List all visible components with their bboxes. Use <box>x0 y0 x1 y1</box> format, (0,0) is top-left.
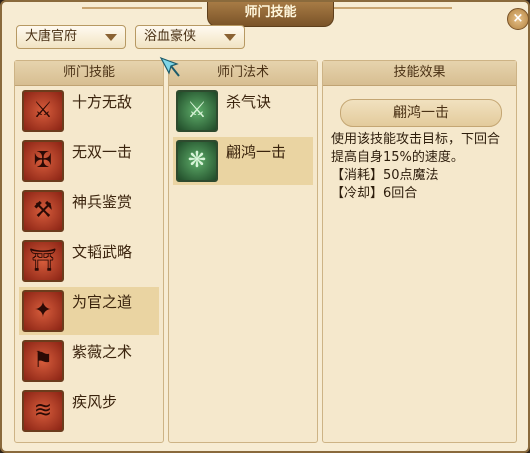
school-select-value: 浴血豪侠 <box>144 29 197 44</box>
window-title: 师门技能 <box>207 2 334 27</box>
selected-skill-name: 翩鸿一击 <box>340 99 502 127</box>
banner-icon: ⚑ <box>22 340 64 382</box>
skill-row[interactable]: ⚔ 杀气诀 <box>173 87 313 135</box>
skill-row[interactable]: ≋ 疾风步 <box>19 387 159 435</box>
skill-row[interactable]: ⚒ 神兵鉴赏 <box>19 187 159 235</box>
skill-description: 使用该技能攻击目标，下回合 提高自身15%的速度。 【消耗】50点魔法 【冷却】… <box>331 131 527 203</box>
skill-row[interactable]: ❋ 翩鸿一击 <box>173 137 313 185</box>
close-button[interactable]: × <box>507 8 529 30</box>
crossed-swords-icon: ⚔ <box>22 90 64 132</box>
skill-row-label: 疾风步 <box>72 393 118 411</box>
title-ornament-left <box>82 7 202 21</box>
skill-row[interactable]: ⚔ 十方无敌 <box>19 87 159 135</box>
description-line: 【消耗】50点魔法 <box>331 168 439 183</box>
description-line: 使用该技能攻击目标，下回合 <box>331 132 501 147</box>
skill-row-label: 十方无敌 <box>72 93 133 111</box>
weapon-appraisal-icon: ⚒ <box>22 190 64 232</box>
skill-row[interactable]: ⚑ 紫薇之术 <box>19 337 159 385</box>
skill-row-label: 文韬武略 <box>72 243 133 261</box>
skill-row-label: 无双一击 <box>72 143 133 161</box>
school-spells-header: 师门法术 <box>169 61 317 86</box>
wind-step-icon: ≋ <box>22 390 64 432</box>
skill-row-label: 神兵鉴赏 <box>72 193 133 211</box>
faction-select-value: 大唐官府 <box>25 29 78 44</box>
skill-row-label: 翩鸿一击 <box>226 143 287 161</box>
close-icon: × <box>512 11 524 26</box>
skill-effect-panel: 技能效果 翩鸿一击 使用该技能攻击目标，下回合 提高自身15%的速度。 【消耗】… <box>322 60 517 443</box>
chevron-down-icon <box>224 34 236 41</box>
description-line: 【冷却】6回合 <box>331 186 418 201</box>
chevron-down-icon <box>105 34 117 41</box>
skill-row[interactable]: ⛩ 文韬武略 <box>19 237 159 285</box>
skill-row-label: 杀气诀 <box>226 93 272 111</box>
skill-row-label: 为官之道 <box>72 293 133 311</box>
killing-aura-icon: ⚔ <box>176 90 218 132</box>
skill-row-label: 紫薇之术 <box>72 343 133 361</box>
description-line: 提高自身15%的速度。 <box>331 150 464 165</box>
official-seal-icon: ✦ <box>22 290 64 332</box>
school-skills-panel: 师门技能 ⚔ 十方无敌 ✠ 无双一击 ⚒ 神兵鉴赏 ⛩ 文韬武略 ✦ 为官之道 ⚑ 紫薇之术 ≋ 疾风步 <box>14 60 164 443</box>
shield-crest-icon: ✠ <box>22 140 64 182</box>
skill-effect-header: 技能效果 <box>323 61 516 86</box>
skill-window: 师门技能 × 大唐官府 浴血豪侠 师门技能 ⚔ 十方无敌 ✠ 无双一击 ⚒ 神兵鉴赏 ⛩ 文韬… <box>0 0 530 453</box>
faction-select[interactable]: 大唐官府 <box>16 25 126 49</box>
swan-strike-icon: ❋ <box>176 140 218 182</box>
skill-row[interactable]: ✦ 为官之道 <box>19 287 159 335</box>
skill-row[interactable]: ✠ 无双一击 <box>19 137 159 185</box>
school-skills-header: 师门技能 <box>15 61 163 86</box>
mouse-cursor-icon <box>159 56 180 77</box>
school-spells-panel: 师门法术 ⚔ 杀气诀 ❋ 翩鸿一击 <box>168 60 318 443</box>
gate-icon: ⛩ <box>22 240 64 282</box>
school-select[interactable]: 浴血豪侠 <box>135 25 245 49</box>
title-ornament-right <box>332 7 452 21</box>
